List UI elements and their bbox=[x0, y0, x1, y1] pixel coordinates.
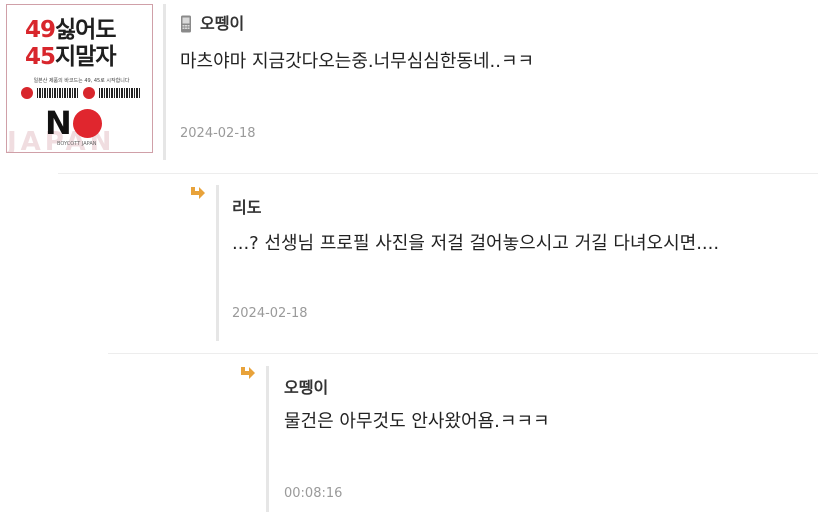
comment-date: 2024-02-18 bbox=[232, 306, 308, 321]
red-dot-icon bbox=[21, 87, 33, 99]
comment-divider-bar bbox=[163, 4, 166, 160]
comment-divider-bar bbox=[216, 185, 219, 341]
comment-message: ...? 선생님 프로필 사진을 저걸 걸어놓으시고 거길 다녀오시면.... bbox=[232, 233, 720, 254]
red-circle-o-icon bbox=[72, 108, 102, 138]
profile-avatar-image[interactable]: JAPAN 49싫어도 45지말자 일본산 제품의 바코드는 49, 45로 시… bbox=[6, 4, 153, 153]
comment-thread: JAPAN 49싫어도 45지말자 일본산 제품의 바코드는 49, 45로 시… bbox=[0, 0, 818, 512]
reply-arrow-icon bbox=[241, 367, 255, 379]
comment-author[interactable]: 오뗑이 bbox=[284, 378, 328, 398]
poster-subtitle: 일본산 제품의 바코드는 49, 45로 시작합니다 bbox=[33, 78, 130, 84]
comment-date: 00:08:16 bbox=[284, 486, 343, 501]
comment-message: 물건은 아무것도 안사왔어욤.ㅋㅋㅋ bbox=[284, 411, 550, 432]
comment-author[interactable]: 오뗑이 bbox=[200, 14, 244, 34]
poster-no-logo: N bbox=[45, 107, 102, 139]
comment-separator bbox=[58, 173, 818, 174]
comment-separator bbox=[108, 353, 818, 354]
poster-footer: BOYCOTT JAPAN bbox=[57, 141, 97, 147]
comment-message: 마츠야마 지금갓다오는중.너무심심한동네..ㅋㅋ bbox=[180, 51, 535, 72]
reply-arrow-icon bbox=[191, 187, 205, 199]
barcode-icon bbox=[99, 88, 141, 98]
comment-divider-bar bbox=[266, 366, 269, 512]
comment-date: 2024-02-18 bbox=[180, 126, 256, 141]
red-dot-icon bbox=[83, 87, 95, 99]
poster-barcodes bbox=[21, 86, 141, 100]
comment-author[interactable]: 리도 bbox=[232, 198, 261, 218]
poster-headline-2: 45지말자 bbox=[25, 44, 117, 70]
barcode-icon bbox=[37, 88, 79, 98]
phone-icon bbox=[181, 15, 191, 33]
poster-headline-1: 49싫어도 bbox=[25, 17, 117, 43]
